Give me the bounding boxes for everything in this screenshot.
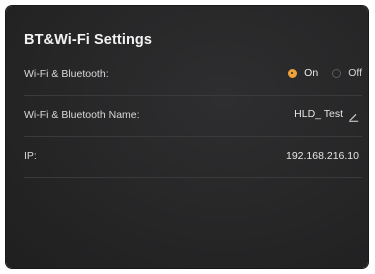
panel-title: BT&Wi-Fi Settings [24, 32, 153, 48]
radio-off[interactable]: Off [332, 67, 362, 79]
row-divider [24, 177, 362, 178]
ip-label: IP: [24, 150, 37, 162]
wifi-bluetooth-radio-group: On Off [274, 67, 362, 79]
wifi-bluetooth-name-label: Wi-Fi & Bluetooth Name: [24, 109, 140, 121]
wifi-bluetooth-name-row: Wi-Fi & Bluetooth Name: HLD_ Test [6, 96, 368, 136]
radio-on-label: On [304, 67, 319, 79]
ip-value: 192.168.216.10 [286, 150, 359, 162]
edit-name-button[interactable]: HLD_ Test [294, 108, 359, 122]
ip-row: IP: 192.168.216.10 [6, 137, 368, 177]
radio-on-indicator-icon [288, 68, 298, 78]
radio-on[interactable]: On [288, 67, 318, 79]
wifi-bluetooth-toggle-row: Wi-Fi & Bluetooth: On Off [6, 55, 368, 95]
edit-pencil-icon [348, 109, 359, 122]
wifi-bluetooth-name-value: HLD_ Test [294, 108, 343, 120]
radio-off-label: Off [348, 67, 362, 79]
bt-wifi-settings-panel: BT&Wi-Fi Settings Wi-Fi & Bluetooth: On … [6, 6, 368, 268]
radio-off-indicator-icon [332, 68, 342, 78]
wifi-bluetooth-label: Wi-Fi & Bluetooth: [24, 68, 109, 80]
